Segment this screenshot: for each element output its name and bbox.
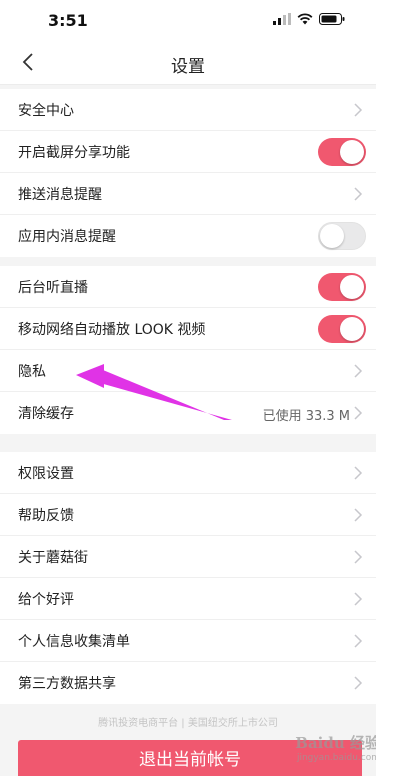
toggle-switch[interactable] — [318, 138, 366, 166]
settings-row-label: 权限设置 — [18, 465, 74, 482]
settings-row[interactable]: 权限设置 — [0, 452, 376, 494]
chevron-right-icon — [354, 676, 363, 690]
settings-row-label: 关于蘑菇街 — [18, 549, 88, 566]
toggle-switch[interactable] — [318, 315, 366, 343]
chevron-right-icon — [354, 187, 363, 201]
settings-row-label: 第三方数据共享 — [18, 676, 116, 692]
settings-row-label: 安全中心 — [18, 102, 74, 119]
battery-icon — [319, 13, 345, 25]
settings-row[interactable]: 关于蘑菇街 — [0, 536, 376, 578]
settings-row[interactable]: 隐私 — [0, 350, 376, 392]
chevron-right-icon — [354, 406, 363, 420]
settings-row[interactable]: 第三方数据共享 — [0, 662, 376, 704]
settings-row[interactable]: 开启截屏分享功能 — [0, 131, 376, 173]
phone-screen: 3:51 设置 安全中心 开启截屏分享功能 推送消息提醒 应用内消息提醒 后台听… — [0, 0, 376, 776]
footer-note: 腾讯投资电商平台 | 美国纽交所上市公司 — [98, 718, 278, 729]
cellular-signal-icon — [273, 13, 291, 25]
settings-row[interactable]: 移动网络自动播放 LOOK 视频 — [0, 308, 376, 350]
settings-row[interactable]: 给个好评 — [0, 578, 376, 620]
toggle-knob — [340, 140, 364, 164]
settings-row[interactable]: 清除缓存 已使用 33.3 M — [0, 392, 376, 434]
watermark: Baidu 经验 jingyan.baidu.com — [290, 732, 376, 763]
settings-row[interactable]: 安全中心 — [0, 89, 376, 131]
settings-row[interactable]: 帮助反馈 — [0, 494, 376, 536]
settings-group-about: 权限设置帮助反馈关于蘑菇街给个好评个人信息收集清单 第三方数据共享 — [0, 452, 376, 704]
settings-row[interactable]: 个人信息收集清单 — [0, 620, 376, 662]
chevron-right-icon — [354, 103, 363, 117]
settings-row[interactable]: 应用内消息提醒 — [0, 215, 376, 257]
watermark-url: jingyan.baidu.com — [296, 753, 376, 763]
chevron-right-icon — [354, 364, 363, 378]
chevron-right-icon — [354, 466, 363, 480]
settings-row-label: 给个好评 — [18, 591, 74, 608]
settings-row-label: 隐私 — [18, 363, 46, 380]
settings-row-label: 推送消息提醒 — [18, 186, 102, 203]
toggle-knob — [340, 275, 364, 299]
page-title: 设置 — [171, 57, 205, 77]
chevron-right-icon — [354, 550, 363, 564]
settings-row-label: 个人信息收集清单 — [18, 633, 130, 650]
wifi-icon — [297, 13, 313, 25]
settings-row-label: 应用内消息提醒 — [18, 229, 116, 245]
settings-row[interactable]: 推送消息提醒 — [0, 173, 376, 215]
chevron-right-icon — [354, 634, 363, 648]
settings-row-label: 帮助反馈 — [18, 507, 74, 524]
toggle-knob — [320, 224, 344, 248]
chevron-right-icon — [354, 592, 363, 606]
toggle-switch[interactable] — [318, 222, 366, 250]
settings-row-label: 开启截屏分享功能 — [18, 144, 130, 161]
settings-row-label: 移动网络自动播放 LOOK 视频 — [18, 321, 206, 338]
settings-row-label: 清除缓存 — [18, 406, 74, 422]
settings-group-playback: 后台听直播移动网络自动播放 LOOK 视频 隐私清除缓存 已使用 33.3 M — [0, 266, 376, 434]
chevron-right-icon — [354, 508, 363, 522]
cache-size-value: 已使用 33.3 M — [262, 409, 350, 424]
toggle-knob — [340, 317, 364, 341]
status-time: 3:51 — [48, 11, 88, 30]
status-bar: 3:51 — [0, 0, 376, 40]
settings-row-label: 后台听直播 — [18, 279, 88, 296]
status-icons — [273, 13, 345, 25]
settings-group-account: 安全中心开启截屏分享功能 推送消息提醒 应用内消息提醒 — [0, 89, 376, 257]
nav-bar: 设置 — [0, 40, 376, 85]
watermark-brand: Baidu 经验 — [295, 734, 376, 752]
settings-row[interactable]: 后台听直播 — [0, 266, 376, 308]
toggle-switch[interactable] — [318, 273, 366, 301]
